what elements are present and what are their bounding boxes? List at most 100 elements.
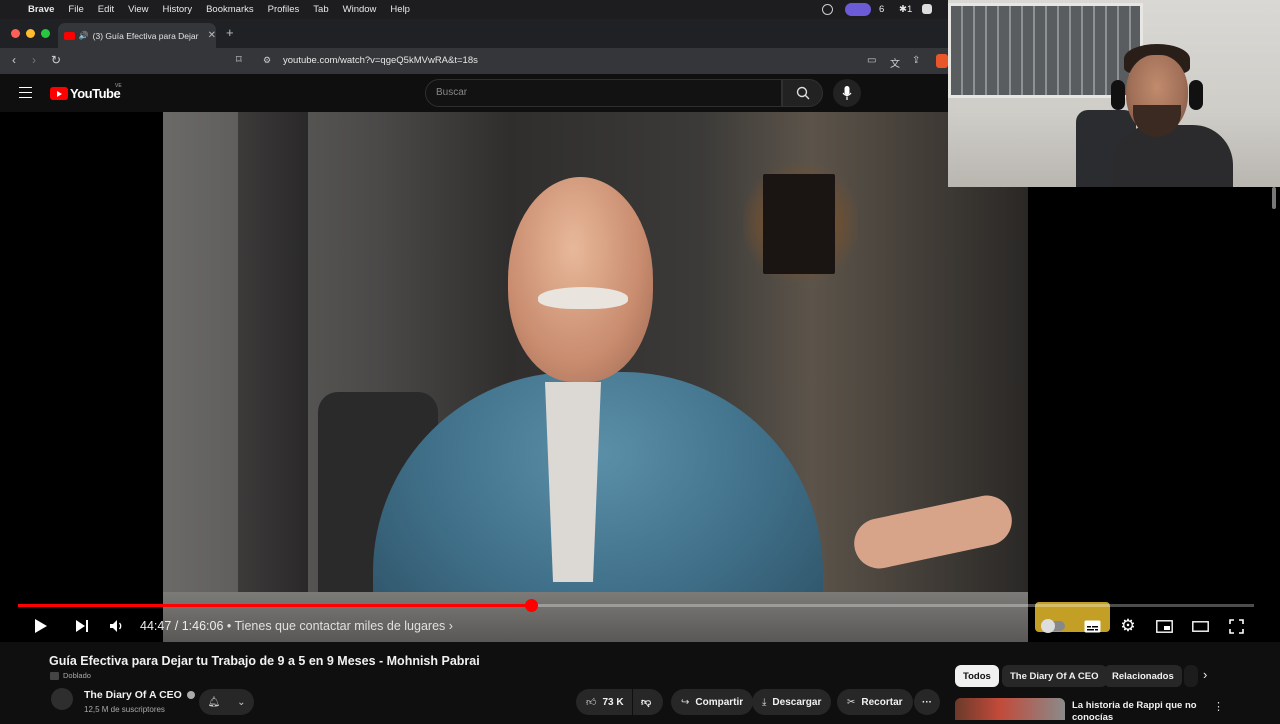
menu-app-name[interactable]: Brave (21, 4, 61, 15)
bookmark-icon[interactable]: ⌑ (236, 53, 242, 66)
menu-tab[interactable]: Tab (306, 4, 335, 15)
share-button[interactable]: ↪ Compartir (671, 689, 754, 715)
new-tab-icon[interactable]: + (226, 25, 234, 40)
cast-icon[interactable]: ▭ (867, 55, 876, 66)
search-box[interactable] (425, 79, 782, 107)
search-input[interactable] (436, 87, 756, 98)
menu-history[interactable]: History (156, 4, 200, 15)
window-zoom-icon[interactable] (41, 29, 50, 38)
miniplayer-icon (1155, 619, 1173, 633)
progress-scrubber[interactable] (524, 599, 538, 612)
settings-button[interactable]: ⚙ (1119, 616, 1137, 635)
menu-file[interactable]: File (61, 4, 90, 15)
status-star: ✱1 (899, 4, 913, 15)
scissors-icon: ✂ (847, 696, 856, 708)
tab-close-icon[interactable]: ✕ (208, 30, 216, 41)
theater-icon (1191, 620, 1209, 632)
presenter-shirt (1113, 125, 1233, 187)
notifications-button[interactable]: 🔔︎ ⌄ (199, 689, 254, 715)
table (163, 592, 1028, 642)
channel-avatar[interactable] (51, 688, 73, 710)
progress-bar[interactable] (18, 599, 1254, 612)
play-button[interactable] (32, 617, 50, 635)
youtube-play-icon (50, 87, 68, 100)
microphone-icon (842, 86, 852, 100)
recommended-thumbnail[interactable] (955, 698, 1065, 720)
video-player[interactable] (0, 112, 1280, 642)
menu-bookmarks[interactable]: Bookmarks (199, 4, 261, 15)
brave-shield-icon[interactable] (936, 54, 948, 68)
translate-icon[interactable]: 文 (890, 55, 900, 70)
chips-next-icon[interactable]: › (1203, 667, 1207, 682)
video-frame (163, 112, 1028, 642)
browser-tab-strip: 🔊 (3) Guía Efectiva para Dejar ✕ + (0, 19, 948, 48)
dubbed-badge: Doblado (50, 671, 91, 680)
menu-profiles[interactable]: Profiles (261, 4, 307, 15)
chip-todos[interactable]: Todos (955, 665, 999, 687)
menu-hamburger-icon[interactable] (19, 87, 32, 98)
extension-icon[interactable] (922, 4, 932, 14)
channel-name-row[interactable]: The Diary Of A CEO (84, 689, 195, 701)
fullscreen-button[interactable] (1227, 617, 1245, 635)
download-button[interactable]: ⤓ Descargar (752, 689, 832, 715)
clip-label: Recortar (861, 696, 903, 708)
dubbed-label: Doblado (63, 671, 91, 680)
time-current-total: 44:47 / 1:46:06 (140, 619, 224, 633)
speaker-hand (849, 490, 1017, 574)
chip-channel[interactable]: The Diary Of A CEO (1002, 665, 1107, 687)
menu-help[interactable]: Help (383, 4, 417, 15)
reload-icon[interactable]: ↻ (51, 53, 61, 67)
youtube-logo-text: YouTube (70, 86, 121, 101)
download-icon: ⤓ (762, 696, 767, 708)
channel-name[interactable]: The Diary Of A CEO (84, 689, 182, 701)
headphones-left (1111, 80, 1125, 110)
bell-icon: 🔔︎ (207, 696, 221, 708)
gear-icon: ⚙ (1120, 616, 1136, 635)
next-button[interactable] (73, 617, 91, 635)
search-icon (796, 86, 810, 100)
dislike-button[interactable]: 👎︎ (633, 689, 663, 715)
subscriber-count: 12,5 M de suscriptores (84, 705, 165, 714)
subtitles-button[interactable] (1083, 617, 1101, 635)
youtube-logo[interactable]: YouTube VE (50, 83, 122, 101)
speaker-icon[interactable]: 🔊 (79, 31, 89, 40)
recommended-title[interactable]: La historia de Rappi que no conocías (1072, 700, 1202, 724)
thumbs-up-icon: 👍︎ (586, 697, 597, 708)
window-minimize-icon[interactable] (26, 29, 35, 38)
status-count: 6 (879, 4, 885, 15)
volume-button[interactable] (108, 617, 126, 635)
webcam-overlay (948, 0, 1280, 187)
chip-overflow[interactable] (1184, 665, 1198, 687)
menu-edit[interactable]: Edit (91, 4, 121, 15)
site-info-icon[interactable]: ⚙ (263, 55, 271, 66)
miniplayer-button[interactable] (1155, 617, 1173, 635)
voice-search-button[interactable] (833, 79, 861, 107)
clip-button[interactable]: ✂ Recortar (837, 689, 913, 715)
status-icon[interactable] (822, 4, 833, 15)
like-button[interactable]: 👍︎ 73 K (576, 689, 632, 715)
country-code: VE (115, 83, 122, 89)
share-icon[interactable]: ⇪ (912, 55, 920, 66)
back-icon[interactable]: ‹ (12, 53, 16, 67)
screen-record-icon[interactable] (845, 3, 871, 16)
download-label: Descargar (772, 696, 822, 708)
forward-icon[interactable]: › (32, 53, 36, 67)
menu-window[interactable]: Window (336, 4, 384, 15)
menu-view[interactable]: View (121, 4, 155, 15)
background-pillar (238, 112, 308, 642)
address-bar-url[interactable]: youtube.com/watch?v=qgeQ5kMVwRA&t=18s (283, 55, 478, 66)
search-button[interactable] (782, 79, 823, 107)
chapter-title[interactable]: • Tienes que contactar miles de lugares … (227, 619, 453, 633)
volume-icon (110, 620, 122, 632)
window-close-icon[interactable] (11, 29, 20, 38)
page-scrollbar[interactable] (1272, 187, 1276, 209)
recommended-more-icon[interactable]: ⋮ (1213, 700, 1224, 713)
fullscreen-icon (1228, 618, 1244, 634)
subtitles-icon (1084, 620, 1100, 632)
autoplay-toggle[interactable] (1040, 617, 1066, 635)
browser-tab-active[interactable]: 🔊 (3) Guía Efectiva para Dejar ✕ (58, 23, 216, 48)
theater-mode-button[interactable] (1191, 617, 1209, 635)
chip-related[interactable]: Relacionados (1104, 665, 1182, 687)
video-title: Guía Efectiva para Dejar tu Trabajo de 9… (49, 654, 480, 668)
more-actions-button[interactable]: ··· (914, 689, 940, 715)
